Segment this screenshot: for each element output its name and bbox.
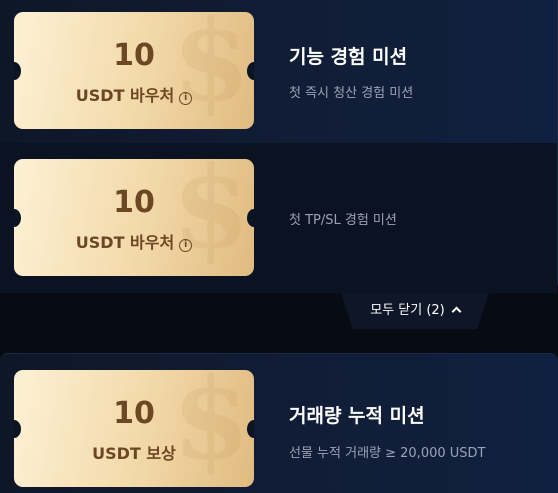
mission-title: 거래량 누적 미션	[289, 405, 425, 427]
chevron-up-icon	[451, 306, 462, 317]
voucher-ticket: $ 10 USDT 바우처 i	[14, 12, 254, 129]
mission-description: 첫 즉시 청산 경험 미션	[289, 86, 414, 101]
mission-group-card: $ 10 USDT 바우처 i 기능 경험 미션 첫 즉시 청산 경험 미션 $ …	[0, 0, 558, 293]
mission-description: 첫 TP/SL 경험 미션	[289, 213, 397, 228]
info-icon[interactable]: i	[179, 92, 193, 105]
voucher-unit: USDT 바우처 i	[14, 235, 254, 252]
mission-description: 선물 누적 거래량 ≥ 20,000 USDT	[289, 446, 486, 461]
voucher-unit-label: USDT 바우처	[75, 86, 175, 105]
voucher-amount: 10	[113, 38, 155, 73]
collapse-all-label: 모두 닫기 (2)	[370, 303, 445, 318]
voucher-unit-label: USDT 바우처	[75, 233, 175, 252]
collapse-all-button[interactable]: 모두 닫기 (2)	[341, 293, 489, 329]
voucher-ticket: $ 10 USDT 보상	[14, 370, 254, 487]
mission-title: 기능 경험 미션	[289, 46, 408, 68]
voucher-unit: USDT 보상	[92, 444, 176, 463]
voucher-ticket: $ 10 USDT 바우처 i	[14, 159, 254, 276]
voucher-amount: 10	[113, 185, 155, 220]
voucher-unit: USDT 바우처 i	[14, 88, 254, 105]
mission-card: $ 10 USDT 보상 거래량 누적 미션 선물 누적 거래량 ≥ 20,00…	[0, 353, 558, 493]
voucher-amount: 10	[113, 396, 155, 431]
info-icon[interactable]: i	[179, 239, 193, 252]
